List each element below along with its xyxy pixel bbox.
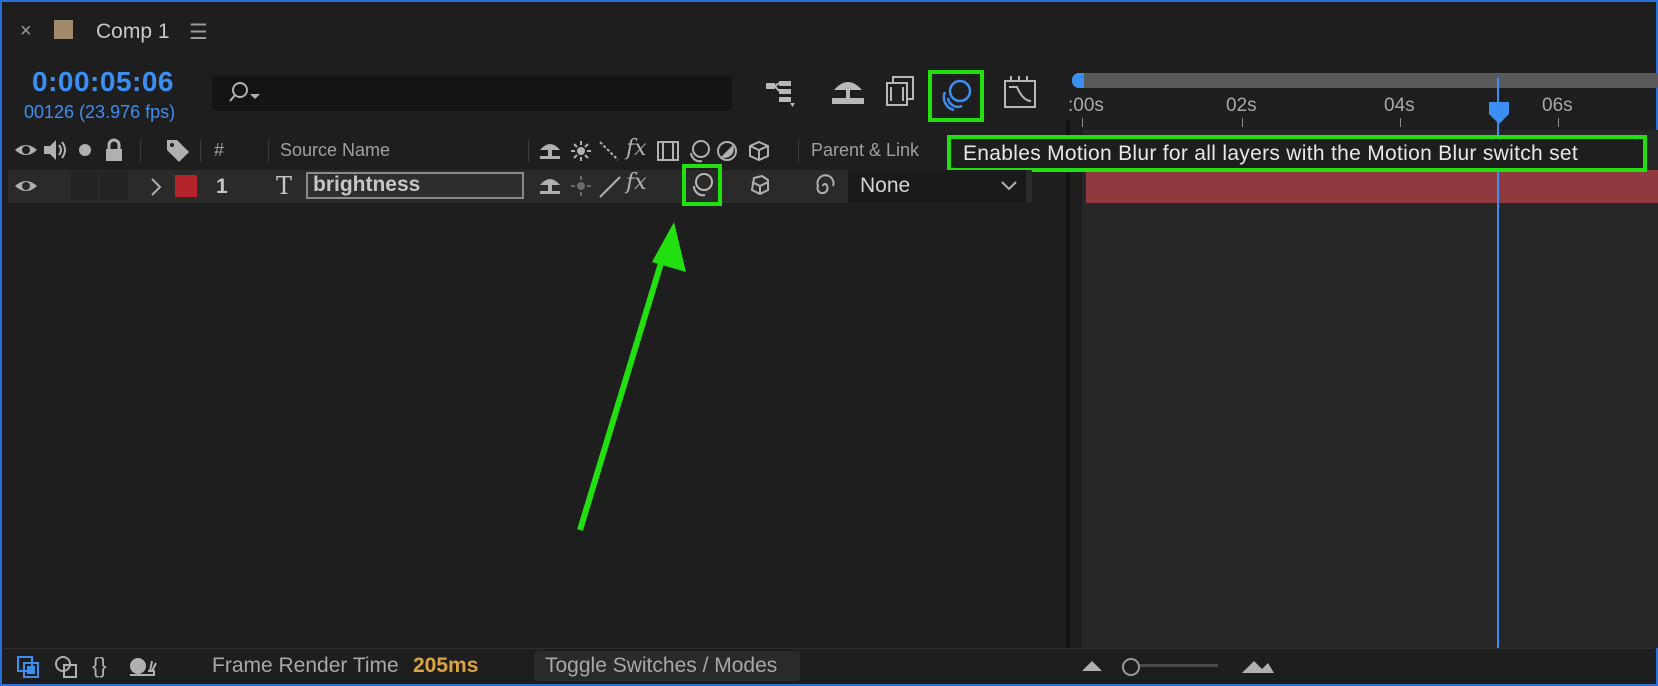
current-time-display[interactable]: 0:00:05:06 [32, 66, 174, 98]
solo-column-dot-icon [78, 143, 92, 157]
ruler-tick [1082, 118, 1083, 127]
frame-blend-switch-header-icon [656, 140, 680, 162]
motion-blur-master-icon[interactable] [936, 76, 976, 116]
panel-divider[interactable] [1066, 120, 1070, 648]
effects-switch-header-icon: fx [626, 136, 647, 161]
layer-label-color-swatch[interactable] [175, 175, 197, 197]
layer-search-input[interactable] [212, 75, 732, 111]
frame-blending-icon[interactable] [880, 72, 920, 112]
search-icon[interactable] [228, 80, 264, 106]
layer-effects-switch-icon[interactable]: fx [626, 170, 647, 195]
collapse-switch-header-icon [570, 140, 592, 162]
ruler-label: 04s [1384, 95, 1415, 116]
comp-button-icon[interactable] [16, 655, 40, 679]
column-separator[interactable] [268, 140, 269, 162]
composition-flowchart-icon[interactable] [762, 72, 802, 112]
frame-render-time-value: 205ms [413, 654, 479, 677]
pick-whip-icon[interactable] [812, 173, 838, 199]
graph-editor-icon[interactable] [1000, 72, 1040, 112]
lock-column-icon [104, 138, 124, 162]
in-out-controls-icon[interactable]: {} [92, 653, 107, 679]
annotation-arrow [577, 222, 686, 531]
audio-column-speaker-icon [42, 138, 68, 162]
parent-link-column-header[interactable]: Parent & Link [811, 140, 919, 161]
chevron-down-icon[interactable] [1000, 180, 1018, 192]
render-time-snail-icon[interactable] [128, 655, 158, 679]
layer-shy-switch-icon[interactable] [538, 175, 562, 197]
ruler-tick [1558, 118, 1559, 127]
text-layer-type-icon: T [276, 172, 293, 200]
layer-motion-blur-switch-icon[interactable] [689, 172, 715, 198]
layer-number-column-header[interactable]: # [214, 140, 224, 161]
column-separator[interactable] [528, 140, 529, 162]
ruler-label: :00s [1068, 95, 1104, 116]
expand-layer-chevron-icon[interactable] [150, 177, 162, 197]
label-column-tag-icon [165, 138, 191, 162]
draft-3d-icon[interactable] [828, 72, 868, 112]
shy-switch-header-icon [538, 140, 562, 162]
frame-count-display: 00126 (23.976 fps) [24, 102, 176, 122]
ruler-tick [1400, 118, 1401, 127]
close-tab-icon[interactable]: × [20, 20, 32, 43]
layer-duration-bar[interactable] [1086, 170, 1658, 203]
layer-lock-switch[interactable] [100, 172, 128, 200]
work-area-bar[interactable] [1074, 73, 1658, 88]
toggle-switches-modes-label: Toggle Switches / Modes [545, 654, 778, 677]
panel-menu-icon[interactable]: ☰ [189, 20, 208, 45]
layer-3d-switch-icon[interactable] [746, 174, 774, 198]
parent-select-value: None [860, 174, 911, 197]
work-area-start-handle[interactable] [1072, 73, 1084, 88]
ruler-tick [1242, 118, 1243, 127]
column-separator[interactable] [200, 140, 201, 162]
transfer-controls-icon[interactable] [54, 655, 78, 679]
3d-layer-switch-header-icon [748, 140, 770, 162]
column-separator[interactable] [798, 140, 799, 162]
timeline-area[interactable] [1082, 130, 1658, 648]
layer-solo-switch[interactable] [70, 172, 98, 200]
source-name-column-header[interactable]: Source Name [280, 140, 390, 161]
column-separator[interactable] [140, 140, 141, 162]
composition-tab-title[interactable]: Comp 1 [96, 20, 170, 44]
video-column-eye-icon [14, 140, 38, 160]
adjustment-layer-switch-header-icon [716, 140, 738, 162]
quality-switch-header-icon [598, 140, 620, 162]
layer-visibility-eye-icon[interactable] [14, 176, 38, 196]
zoom-out-mountain-icon[interactable] [1080, 659, 1104, 673]
composition-swatch [54, 20, 73, 39]
layer-name-text: brightness [313, 173, 421, 196]
layer-collapse-switch-icon[interactable] [570, 175, 592, 197]
frame-render-time-label: Frame Render Time [212, 654, 399, 677]
layer-number: 1 [216, 175, 228, 198]
ruler-label: 06s [1542, 95, 1573, 116]
motion-blur-switch-header-icon [686, 139, 712, 163]
current-time-indicator-icon[interactable] [1488, 100, 1510, 126]
ruler-label: 02s [1226, 95, 1257, 116]
zoom-slider-thumb[interactable] [1122, 658, 1140, 676]
motion-blur-tooltip: Enables Motion Blur for all layers with … [947, 135, 1647, 172]
layer-quality-switch-icon[interactable] [598, 175, 622, 199]
zoom-in-mountains-icon[interactable] [1240, 657, 1276, 675]
